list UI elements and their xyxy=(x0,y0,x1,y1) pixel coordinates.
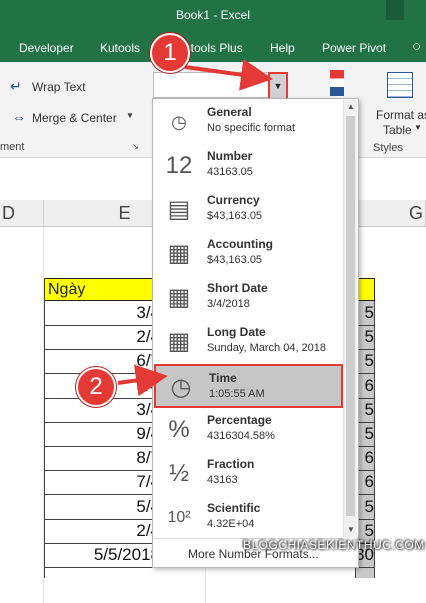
watermark: BLOGCHIASEKIENTHUC.COM xyxy=(243,538,425,552)
step-badge-2: 2 xyxy=(76,367,116,407)
arrow-1 xyxy=(184,58,273,91)
annotation-arrows xyxy=(117,58,273,397)
arrow-2 xyxy=(117,364,168,397)
step-badge-1: 1 xyxy=(150,33,190,73)
